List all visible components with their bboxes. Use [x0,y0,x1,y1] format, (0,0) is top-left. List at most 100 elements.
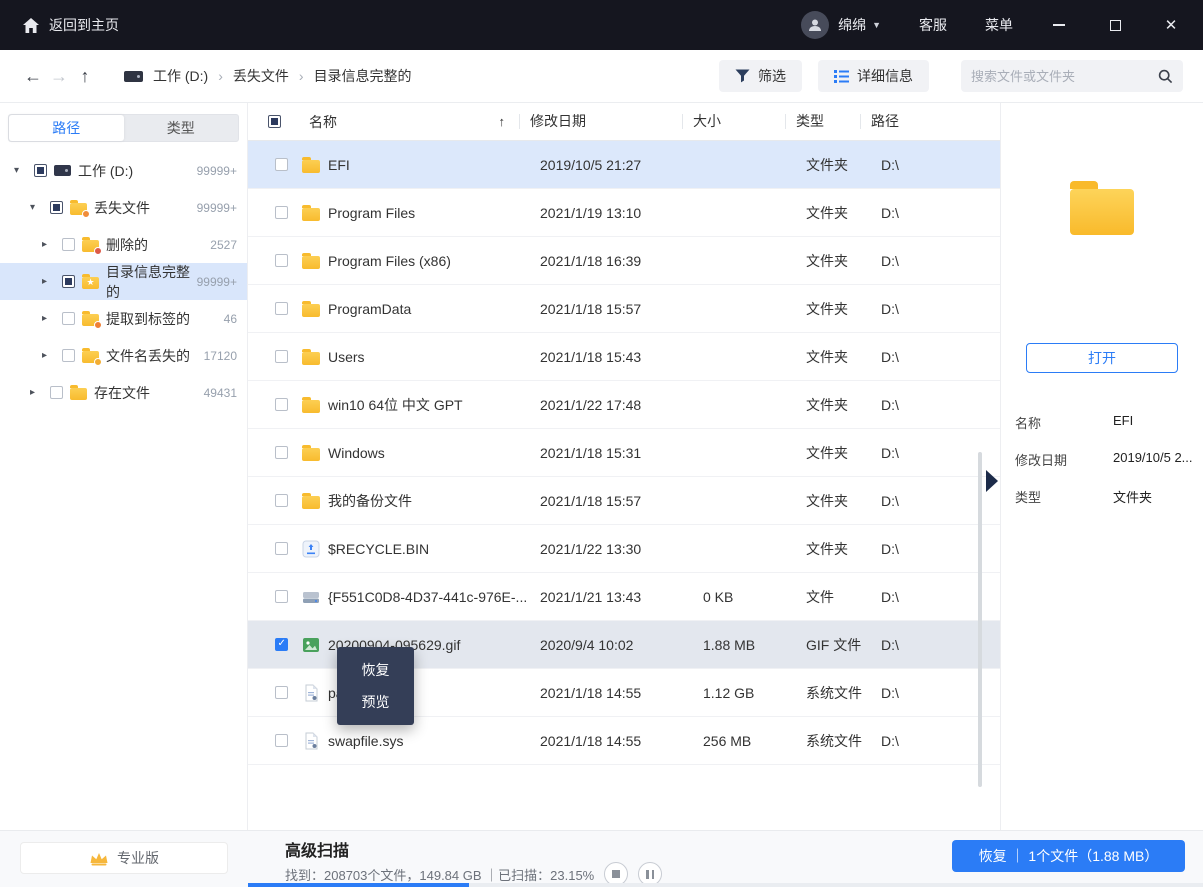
tree-checkbox[interactable] [50,201,63,214]
file-type: 文件夹 [806,443,881,463]
row-checkbox[interactable] [275,686,288,699]
tree-item-intact-directory[interactable]: 目录信息完整的 99999+ [0,263,247,300]
tree-checkbox[interactable] [62,349,75,362]
expand-arrow-icon[interactable] [42,350,55,361]
tree-checkbox[interactable] [34,164,47,177]
table-row[interactable]: Program Files (x86) 2021/1/18 16:39 文件夹 … [248,237,1000,285]
bottom-bar: 专业版 高级扫描 找到：208703个文件，149.84 GB ｜已扫描：23.… [0,830,1203,887]
tree-item-lost-names[interactable]: 文件名丢失的 17120 [0,337,247,374]
file-path: D:\ [881,157,981,173]
preview-folder-icon [1070,189,1134,235]
file-date: 2020/9/4 10:02 [540,637,703,653]
maximize-button[interactable] [1105,15,1125,35]
row-checkbox[interactable] [275,734,288,747]
expand-arrow-icon[interactable] [30,387,43,398]
breadcrumb-folder[interactable]: 丢失文件 [233,66,289,86]
context-preview-item[interactable]: 预览 [337,686,414,718]
row-checkbox[interactable] [275,494,288,507]
column-header-path[interactable]: 路径 [860,114,960,129]
table-row[interactable]: {F551C0D8-4D37-441c-976E-... 2021/1/21 1… [248,573,1000,621]
tab-path[interactable]: 路径 [9,115,124,141]
row-checkbox[interactable] [275,638,288,651]
chevron-down-icon[interactable] [872,20,881,30]
tree-checkbox[interactable] [62,275,75,288]
file-name: ProgramData [328,301,540,317]
search-input[interactable] [971,69,1158,84]
tree-item-existing-files[interactable]: 存在文件 49431 [0,374,247,411]
column-header-type[interactable]: 类型 [785,114,860,129]
table-row[interactable]: $RECYCLE.BIN 2021/1/22 13:30 文件夹 D:\ [248,525,1000,573]
pro-edition-label: 专业版 [117,848,159,868]
collapse-arrow-icon[interactable] [30,202,43,213]
row-checkbox[interactable] [275,302,288,315]
column-header-name[interactable]: 名称 [288,112,519,132]
search-box[interactable] [961,60,1183,92]
table-row[interactable]: Windows 2021/1/18 15:31 文件夹 D:\ [248,429,1000,477]
recover-button[interactable]: 恢复 ｜ 1个文件（1.88 MB） [952,840,1185,872]
pro-edition-button[interactable]: 专业版 [20,842,228,874]
details-button[interactable]: 详细信息 [818,60,929,92]
close-button[interactable] [1161,15,1181,35]
column-header-date[interactable]: 修改日期 [519,114,682,129]
row-checkbox[interactable] [275,158,288,171]
row-checkbox[interactable] [275,350,288,363]
row-checkbox[interactable] [275,398,288,411]
row-checkbox[interactable] [275,542,288,555]
breadcrumb-current[interactable]: 目录信息完整的 [314,66,412,86]
tree-checkbox[interactable] [62,238,75,251]
context-recover-item[interactable]: 恢复 [337,654,414,686]
panel-collapse-arrow[interactable] [986,470,998,492]
table-row[interactable]: win10 64位 中文 GPT 2021/1/22 17:48 文件夹 D:\ [248,381,1000,429]
tree-count: 99999+ [197,275,237,289]
folder-icon [302,348,320,366]
file-path: D:\ [881,301,981,317]
expand-arrow-icon[interactable] [42,276,55,287]
expand-arrow-icon[interactable] [42,239,55,250]
tree-item-deleted[interactable]: 删除的 2527 [0,226,247,263]
user-avatar[interactable] [801,11,829,39]
file-name: $RECYCLE.BIN [328,541,540,557]
table-row[interactable]: Program Files 2021/1/19 13:10 文件夹 D:\ [248,189,1000,237]
breadcrumb-separator [299,68,304,84]
back-button[interactable] [20,66,46,87]
expand-arrow-icon[interactable] [42,313,55,324]
up-button[interactable] [72,66,98,87]
username-label[interactable]: 绵绵 [838,15,866,35]
breadcrumb-drive[interactable]: 工作 (D:) [153,66,208,86]
select-all-checkbox[interactable] [268,115,281,128]
open-button[interactable]: 打开 [1026,343,1178,373]
table-header: 名称 修改日期 大小 类型 路径 [248,103,1000,141]
support-link[interactable]: 客服 [919,15,947,35]
file-path: D:\ [881,589,981,605]
sort-asc-icon[interactable] [499,114,506,129]
tree-count: 99999+ [197,164,237,178]
tab-type[interactable]: 类型 [124,115,239,141]
file-date: 2021/1/21 13:43 [540,589,703,605]
table-row[interactable]: 我的备份文件 2021/1/18 15:57 文件夹 D:\ [248,477,1000,525]
row-checkbox[interactable] [275,254,288,267]
back-home-button[interactable]: 返回到主页 [22,15,119,35]
column-header-size[interactable]: 大小 [682,114,785,129]
tree-item-tagged[interactable]: 提取到标签的 46 [0,300,247,337]
file-size: 1.88 MB [703,637,806,653]
forward-button[interactable] [46,66,72,87]
tree-checkbox[interactable] [50,386,63,399]
table-row[interactable]: EFI 2019/10/5 21:27 文件夹 D:\ [248,141,1000,189]
tree-item-lost-files[interactable]: 丢失文件 99999+ [0,189,247,226]
row-checkbox[interactable] [275,590,288,603]
table-row[interactable]: ProgramData 2021/1/18 15:57 文件夹 D:\ [248,285,1000,333]
filter-label: 筛选 [758,66,786,86]
tree-item-drive[interactable]: 工作 (D:) 99999+ [0,152,247,189]
menu-link[interactable]: 菜单 [985,15,1013,35]
tree-checkbox[interactable] [62,312,75,325]
file-date: 2021/1/18 15:31 [540,445,703,461]
collapse-arrow-icon[interactable] [14,165,27,176]
table-row[interactable]: Users 2021/1/18 15:43 文件夹 D:\ [248,333,1000,381]
minimize-button[interactable] [1049,15,1069,35]
filter-button[interactable]: 筛选 [719,60,802,92]
row-checkbox[interactable] [275,206,288,219]
file-name: win10 64位 中文 GPT [328,395,540,415]
vertical-scrollbar[interactable] [978,452,982,787]
row-checkbox[interactable] [275,446,288,459]
search-icon[interactable] [1158,69,1173,84]
